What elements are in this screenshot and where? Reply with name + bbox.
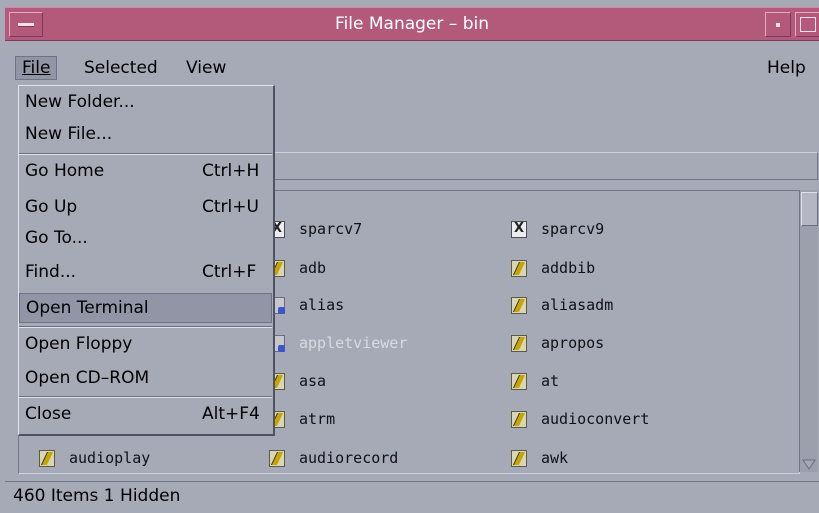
menu-item-go-to[interactable]: Go To... bbox=[19, 224, 272, 254]
folder-x-icon bbox=[511, 221, 527, 238]
vertical-scrollbar[interactable] bbox=[799, 190, 818, 472]
file-menu-dropdown: New Folder... New File... Go Home Ctrl+H… bbox=[18, 85, 275, 436]
menu-item-new-file[interactable]: New File... bbox=[19, 120, 272, 150]
path-field[interactable] bbox=[270, 152, 818, 180]
menu-file-label: File bbox=[22, 58, 51, 78]
executable-icon bbox=[39, 450, 55, 467]
menu-item-shortcut: Alt+F4 bbox=[202, 404, 260, 424]
scrollbar-thumb[interactable] bbox=[801, 192, 818, 226]
executable-icon bbox=[269, 450, 285, 467]
executable-icon bbox=[511, 335, 527, 352]
menu-item-open-terminal[interactable]: Open Terminal bbox=[19, 293, 272, 323]
file-name: adb bbox=[299, 259, 327, 277]
menu-item-close[interactable]: Close Alt+F4 bbox=[19, 400, 272, 430]
file-name: audiorecord bbox=[299, 449, 399, 467]
menu-item-label: Go Up bbox=[25, 197, 78, 217]
executable-icon bbox=[511, 260, 527, 277]
menu-item-go-home[interactable]: Go Home Ctrl+H bbox=[19, 157, 272, 187]
menu-item-go-up[interactable]: Go Up Ctrl+U bbox=[19, 193, 272, 223]
menu-item-open-floppy[interactable]: Open Floppy bbox=[19, 330, 272, 360]
menu-item-label: Go To... bbox=[25, 228, 88, 248]
file-name: atrm bbox=[299, 410, 336, 428]
executable-icon bbox=[511, 297, 527, 314]
menu-item-shortcut: Ctrl+H bbox=[202, 161, 260, 181]
menu-item-label: Open Terminal bbox=[26, 298, 149, 318]
status-bar: 460 Items 1 Hidden bbox=[5, 481, 819, 510]
menu-view[interactable]: View bbox=[180, 57, 232, 79]
file-name: asa bbox=[299, 372, 327, 390]
file-manager-window: File Manager – bin File Selected View He… bbox=[0, 0, 819, 513]
file-name: appletviewer bbox=[299, 334, 408, 352]
menu-item-find[interactable]: Find... Ctrl+F bbox=[19, 258, 272, 288]
menu-item-label: Find... bbox=[25, 262, 77, 282]
menu-help[interactable]: Help bbox=[761, 57, 812, 79]
menu-separator bbox=[19, 396, 272, 398]
menu-item-label: Go Home bbox=[25, 161, 105, 181]
executable-icon bbox=[511, 411, 527, 428]
executable-icon bbox=[511, 450, 527, 467]
executable-icon bbox=[511, 373, 527, 390]
file-name: alias bbox=[299, 296, 345, 314]
menu-item-label: New Folder... bbox=[25, 92, 135, 112]
menu-bar: File Selected View Help bbox=[5, 54, 819, 84]
menu-item-label: Open CD–ROM bbox=[25, 368, 150, 388]
file-name: at bbox=[541, 372, 560, 390]
menu-selected[interactable]: Selected bbox=[78, 57, 164, 79]
window-title: File Manager – bin bbox=[335, 14, 489, 34]
menu-item-shortcut: Ctrl+U bbox=[202, 197, 259, 217]
title-bar[interactable]: File Manager – bin bbox=[5, 7, 819, 41]
file-name: audioconvert bbox=[541, 410, 650, 428]
menu-separator bbox=[19, 326, 272, 328]
file-name: aliasadm bbox=[541, 296, 614, 314]
menu-item-new-folder[interactable]: New Folder... bbox=[19, 88, 272, 118]
menu-file[interactable]: File bbox=[15, 56, 58, 80]
file-name: sparcv7 bbox=[299, 220, 363, 238]
status-text: 460 Items 1 Hidden bbox=[13, 486, 181, 506]
file-name: sparcv9 bbox=[541, 220, 605, 238]
maximize-button[interactable] bbox=[795, 12, 819, 37]
menu-item-shortcut: Ctrl+F bbox=[202, 262, 257, 282]
file-name: apropos bbox=[541, 334, 605, 352]
file-name: audioplay bbox=[69, 449, 151, 467]
menu-item-label: New File... bbox=[25, 124, 113, 144]
minimize-button[interactable] bbox=[765, 12, 791, 37]
menu-item-label: Close bbox=[25, 404, 72, 424]
scroll-down-arrow-icon[interactable] bbox=[802, 458, 816, 470]
menu-item-label: Open Floppy bbox=[25, 334, 133, 354]
menu-separator bbox=[19, 153, 272, 155]
file-name: awk bbox=[541, 449, 569, 467]
menu-item-open-cdrom[interactable]: Open CD–ROM bbox=[19, 364, 272, 394]
file-name: addbib bbox=[541, 259, 596, 277]
